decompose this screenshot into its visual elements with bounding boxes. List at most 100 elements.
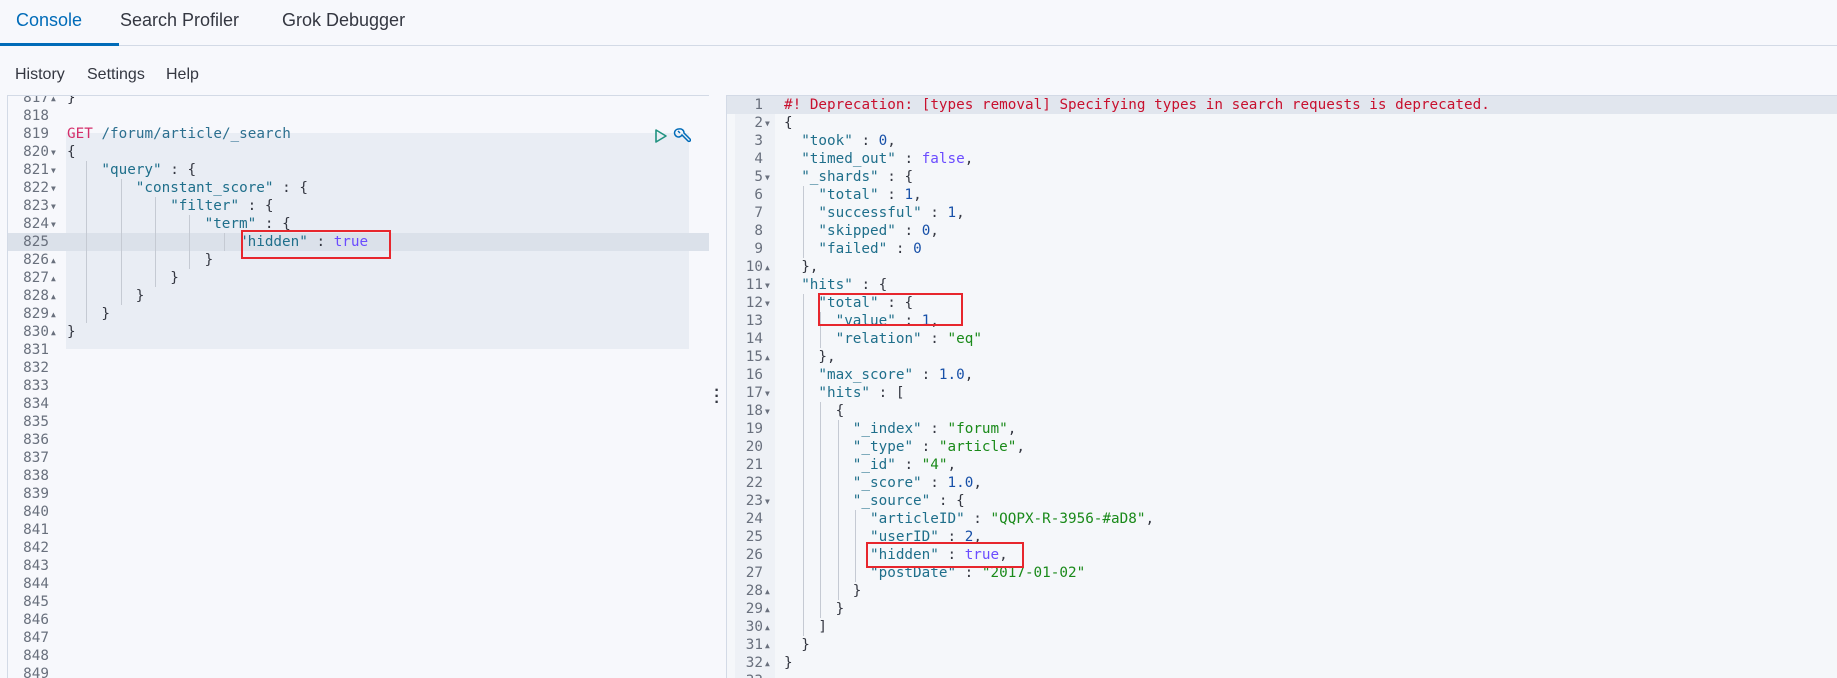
code-line: 16 "max_score" : 1.0, xyxy=(727,366,1837,384)
code-token: : xyxy=(895,457,922,473)
code-text: } xyxy=(67,96,76,107)
wrench-icon[interactable] xyxy=(673,127,691,145)
indent-guide xyxy=(820,420,822,438)
tab-search-profiler[interactable]: Search Profiler xyxy=(104,0,255,46)
fold-caret-up-icon[interactable]: ▲ xyxy=(765,619,770,637)
fold-caret-up-icon[interactable]: ▲ xyxy=(765,637,770,655)
line-number: 834 xyxy=(23,396,49,412)
indent-guide xyxy=(803,348,805,366)
indent-guide xyxy=(86,215,88,233)
indent-guide xyxy=(223,233,225,251)
indent-guide xyxy=(189,233,191,251)
code-token: "constant_score" xyxy=(135,180,274,196)
request-editor[interactable]: 817 ▲} 818 819 GET /forum/article/_search 820… xyxy=(7,95,709,678)
code-token: "articleID" xyxy=(870,511,965,527)
code-text: } xyxy=(784,654,793,672)
indent-guide xyxy=(803,186,805,204)
fold-caret-up-icon[interactable]: ▲ xyxy=(765,259,770,277)
line-number: 5 xyxy=(754,169,763,185)
fold-caret-up-icon[interactable]: ▲ xyxy=(51,306,56,324)
code-token: "max_score" xyxy=(818,367,914,383)
code-token: , xyxy=(1007,421,1017,437)
line-number: 821 xyxy=(23,162,49,178)
indent-guide xyxy=(120,179,122,197)
settings-button[interactable]: Settings xyxy=(87,62,145,88)
history-button[interactable]: History xyxy=(15,62,65,88)
code-line: 848 xyxy=(8,647,709,665)
fold-caret-down-icon[interactable]: ▼ xyxy=(51,162,56,180)
code-line: 1 #! Deprecation: [types removal] Specify… xyxy=(727,96,1837,114)
code-line: 11 ▼ "hits" : { xyxy=(727,276,1837,294)
fold-caret-up-icon[interactable]: ▲ xyxy=(51,252,56,270)
code-token: : { xyxy=(239,198,274,214)
code-token: : { xyxy=(878,169,914,185)
fold-caret-down-icon[interactable]: ▼ xyxy=(51,216,56,234)
fold-caret-down-icon[interactable]: ▼ xyxy=(51,180,56,198)
tab-label: Search Profiler xyxy=(120,10,240,30)
code-token: 0 xyxy=(921,223,931,239)
code-text: "_score" : 1.0, xyxy=(853,474,982,492)
fold-caret-down-icon[interactable]: ▼ xyxy=(765,403,770,421)
code-line: 839 xyxy=(8,485,709,503)
line-number: 31 xyxy=(745,637,763,653)
fold-caret-up-icon[interactable]: ▲ xyxy=(765,349,770,367)
fold-caret-up-icon[interactable]: ▲ xyxy=(51,324,56,342)
code-token: : { xyxy=(930,493,965,509)
code-token: : xyxy=(887,241,914,257)
fold-caret-up-icon[interactable]: ▲ xyxy=(765,583,770,601)
indent-guide xyxy=(120,269,122,287)
line-number: 19 xyxy=(745,421,763,437)
line-number: 848 xyxy=(23,648,49,664)
code-token: : xyxy=(913,367,939,383)
code-line: 832 xyxy=(8,359,709,377)
line-number: 15 xyxy=(745,349,763,365)
line-number: 846 xyxy=(23,612,49,628)
indent-guide xyxy=(820,474,822,492)
code-line: 831 xyxy=(8,341,709,359)
code-token: "failed" xyxy=(818,241,888,257)
indent-guide xyxy=(854,546,856,564)
line-number: 840 xyxy=(23,504,49,520)
line-number: 14 xyxy=(745,331,763,347)
code-line: 4 "timed_out" : false, xyxy=(727,150,1837,168)
fold-caret-up-icon[interactable]: ▲ xyxy=(51,270,56,288)
indent-guide xyxy=(155,215,156,233)
line-number: 29 xyxy=(745,601,763,617)
line-number: 844 xyxy=(23,576,49,592)
code-text: } xyxy=(801,636,810,654)
vertical-ellipsis-icon[interactable]: · · · xyxy=(712,383,722,411)
code-token: "forum" xyxy=(947,421,1008,437)
indent-guide xyxy=(155,251,156,269)
code-token: : [ xyxy=(870,385,905,401)
code-token: , xyxy=(1145,511,1155,527)
fold-caret-down-icon[interactable]: ▼ xyxy=(765,385,770,403)
tab-console[interactable]: Console xyxy=(0,0,119,46)
line-number: 1 xyxy=(754,97,763,113)
indent-guide xyxy=(86,179,88,197)
fold-caret-down-icon[interactable]: ▼ xyxy=(51,198,56,216)
fold-caret-down-icon[interactable]: ▼ xyxy=(765,493,770,511)
fold-caret-down-icon[interactable]: ▼ xyxy=(765,115,770,133)
fold-caret-down-icon[interactable]: ▼ xyxy=(51,144,56,162)
code-line: 829 ▲} xyxy=(8,305,709,323)
play-icon[interactable] xyxy=(654,128,668,144)
code-line: 822 ▼ "constant_score" : { xyxy=(8,179,709,197)
line-number: 9 xyxy=(754,241,763,257)
code-text: } xyxy=(136,287,145,305)
tab-grok-debugger[interactable]: Grok Debugger xyxy=(266,0,421,46)
fold-caret-up-icon[interactable]: ▲ xyxy=(765,655,770,673)
highlight-box xyxy=(866,542,1024,568)
line-number: 841 xyxy=(23,522,49,538)
fold-caret-down-icon[interactable]: ▼ xyxy=(765,169,770,187)
code-line: 819 GET /forum/article/_search xyxy=(8,125,709,143)
fold-caret-up-icon[interactable]: ▲ xyxy=(765,601,770,619)
indent-guide xyxy=(803,204,805,222)
fold-caret-down-icon[interactable]: ▼ xyxy=(765,277,770,295)
fold-caret-up-icon[interactable]: ▲ xyxy=(51,288,56,306)
help-button[interactable]: Help xyxy=(166,62,199,88)
indent-guide xyxy=(837,564,839,582)
fold-caret-down-icon[interactable]: ▼ xyxy=(765,295,770,313)
code-line: 21 "_id" : "4", xyxy=(727,456,1837,474)
line-number: 6 xyxy=(754,187,763,203)
indent-guide xyxy=(86,251,88,269)
